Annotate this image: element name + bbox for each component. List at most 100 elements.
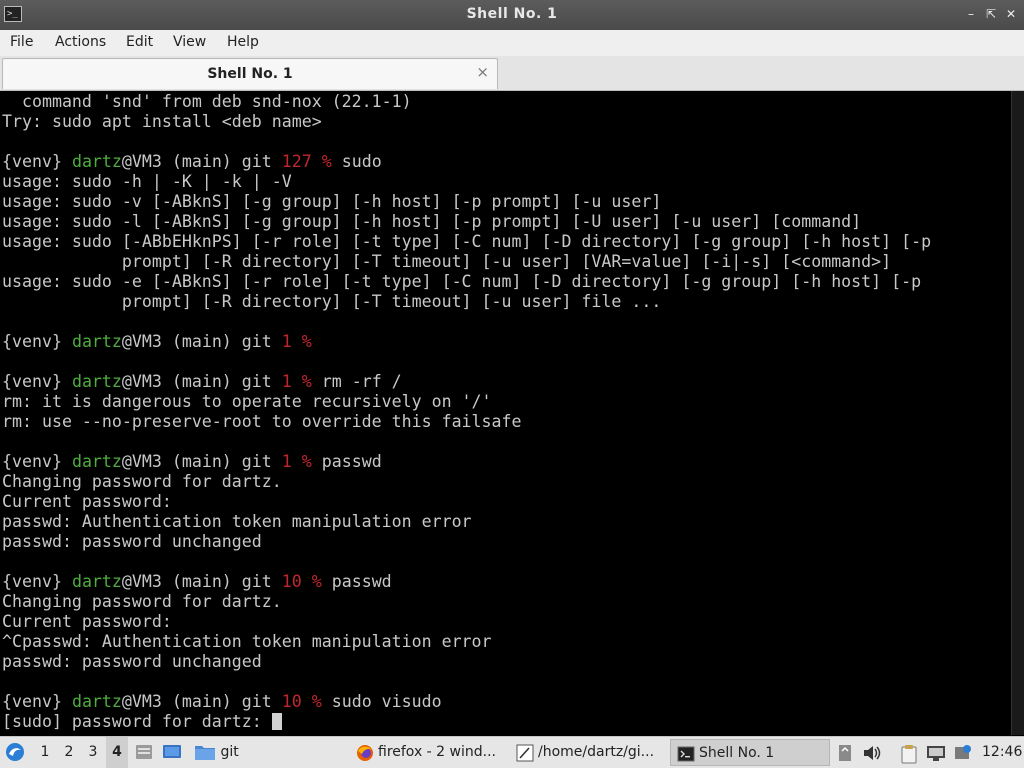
output-text: passwd: password unchanged <box>2 532 262 551</box>
task-firefox[interactable]: firefox - 2 wind... <box>350 739 506 766</box>
prompt-exit-code: 10 % <box>281 572 322 591</box>
tab-close-icon[interactable]: × <box>476 63 489 81</box>
terminal-scrollbar[interactable] <box>1011 91 1024 735</box>
firefox-icon <box>357 745 373 761</box>
output-line: command 'snd' from deb snd-nox (22.1-1) <box>2 92 412 111</box>
folder-icon <box>195 746 215 760</box>
output-line: usage: sudo -v [-ABknS] [-g group] [-h h… <box>2 192 661 211</box>
folder-label: git <box>220 744 239 760</box>
prompt-line: {venv} dartz@VM3 (main) git 1 % passwd <box>2 452 382 471</box>
output-text: usage: sudo -h | -K | -k | -V <box>2 172 292 191</box>
output-line: Current password: <box>2 612 172 631</box>
tab-label: Shell No. 1 <box>207 66 293 82</box>
output-line: rm: use --no-preserve-root to override t… <box>2 412 522 431</box>
output-line: usage: sudo -e [-ABknS] [-r role] [-t ty… <box>2 272 921 291</box>
output-text: rm: it is dangerous to operate recursive… <box>2 392 492 411</box>
prompt-user: dartz <box>71 332 122 351</box>
output-text: passwd: password unchanged <box>2 652 262 671</box>
prompt-command: sudo visudo <box>331 692 442 711</box>
output-text: Changing password for dartz. <box>2 472 282 491</box>
menu-view[interactable]: View <box>173 34 206 50</box>
prompt-host: @VM3 (main) git <box>121 452 272 471</box>
clipboard-icon[interactable] <box>900 744 918 768</box>
output-line: rm: it is dangerous to operate recursive… <box>2 392 492 411</box>
menu-help[interactable]: Help <box>227 34 259 50</box>
output-text: usage: sudo -v [-ABknS] [-g group] [-h h… <box>2 192 662 211</box>
output-line: usage: sudo -l [-ABknS] [-g group] [-h h… <box>2 212 861 231</box>
prompt-line: {venv} dartz@VM3 (main) git 1 % <box>2 332 312 351</box>
file-manager-icon[interactable] <box>134 737 154 768</box>
output-line: passwd: Authentication token manipulatio… <box>2 512 472 531</box>
output-text: usage: sudo -e [-ABknS] [-r role] [-t ty… <box>2 272 922 291</box>
prompt-exit-code: 1 % <box>281 452 312 471</box>
prompt-command: passwd <box>321 452 382 471</box>
workspace-3[interactable]: 3 <box>82 737 104 768</box>
prompt-user: dartz <box>71 372 122 391</box>
window-titlebar[interactable]: >_ Shell No. 1 – ⇱ ✕ <box>0 0 1024 31</box>
prompt-host: @VM3 (main) git <box>121 572 272 591</box>
prompt-command: passwd <box>331 572 392 591</box>
output-text: Current password: <box>2 492 172 511</box>
close-button[interactable]: ✕ <box>1002 5 1020 23</box>
update-icon[interactable] <box>954 744 972 766</box>
menu-bar: File Actions Edit View Help <box>0 30 1024 56</box>
text-editor-icon <box>516 744 534 762</box>
taskbar: 1 2 3 4 git firefox - 2 wind... /home/da… <box>0 736 1024 768</box>
output-text: usage: sudo -l [-ABknS] [-g group] [-h h… <box>2 212 862 231</box>
output-text: ^Cpasswd: Authentication token manipulat… <box>2 632 492 651</box>
prompt-exit-code: 127 % <box>281 152 332 171</box>
maximize-button[interactable]: ⇱ <box>982 5 1000 23</box>
output-line: ^Cpasswd: Authentication token manipulat… <box>2 632 492 651</box>
tab-bar: Shell No. 1 × <box>0 56 1024 91</box>
output-line: usage: sudo -h | -K | -k | -V <box>2 172 292 191</box>
menu-edit[interactable]: Edit <box>126 34 153 50</box>
prompt-line: {venv} dartz@VM3 (main) git 10 % passwd <box>2 572 392 591</box>
menu-file[interactable]: File <box>10 34 33 50</box>
prompt-line: {venv} dartz@VM3 (main) git 127 % sudo <box>2 152 382 171</box>
clock[interactable]: 12:46 <box>982 737 1022 768</box>
prompt-exit-code: 1 % <box>281 332 312 351</box>
network-icon[interactable] <box>926 744 946 766</box>
prompt-venv: {venv} <box>2 372 62 391</box>
task-label: Shell No. 1 <box>699 745 775 761</box>
workspace-2[interactable]: 2 <box>58 737 80 768</box>
task-text-editor[interactable]: /home/dartz/gi... <box>510 739 666 766</box>
terminal-output[interactable]: command 'snd' from deb snd-nox (22.1-1) … <box>0 91 1011 735</box>
prompt-line: {venv} dartz@VM3 (main) git 1 % rm -rf / <box>2 372 402 391</box>
notification-icon[interactable] <box>838 744 852 766</box>
desktop-icon[interactable] <box>162 737 182 768</box>
prompt-venv: {venv} <box>2 332 62 351</box>
volume-icon[interactable] <box>862 744 882 766</box>
output-text: command 'snd' from deb snd-nox (22.1-1) <box>2 92 412 111</box>
output-text: [sudo] password for dartz: <box>2 712 272 731</box>
output-line: prompt] [-R directory] [-T timeout] [-u … <box>2 292 661 311</box>
prompt-user: dartz <box>71 692 122 711</box>
folder-git[interactable]: git <box>194 737 239 768</box>
task-label: /home/dartz/gi... <box>538 744 655 760</box>
output-text: passwd: Authentication token manipulatio… <box>2 512 472 531</box>
terminal-cursor <box>271 713 282 730</box>
prompt-line: {venv} dartz@VM3 (main) git 10 % sudo vi… <box>2 692 442 711</box>
task-label: firefox - 2 wind... <box>378 744 496 760</box>
prompt-venv: {venv} <box>2 572 62 591</box>
output-line: usage: sudo [-ABbEHknPS] [-r role] [-t t… <box>2 232 931 251</box>
menu-actions[interactable]: Actions <box>55 34 106 50</box>
workspace-4[interactable]: 4 <box>106 737 128 768</box>
prompt-exit-code: 10 % <box>281 692 322 711</box>
prompt-host: @VM3 (main) git <box>121 332 272 351</box>
lxqt-menu-icon[interactable] <box>4 737 26 768</box>
prompt-host: @VM3 (main) git <box>121 372 272 391</box>
output-line: [sudo] password for dartz: <box>2 712 282 731</box>
task-shell-1[interactable]: Shell No. 1 <box>670 739 830 766</box>
prompt-user: dartz <box>71 152 122 171</box>
window-title: Shell No. 1 <box>466 6 558 22</box>
output-line: Changing password for dartz. <box>2 472 282 491</box>
output-text: Try: sudo apt install <deb name> <box>2 112 322 131</box>
output-text: Changing password for dartz. <box>2 592 282 611</box>
prompt-host: @VM3 (main) git <box>121 152 272 171</box>
prompt-user: dartz <box>71 572 122 591</box>
workspace-1[interactable]: 1 <box>34 737 56 768</box>
minimize-button[interactable]: – <box>962 5 980 23</box>
tab-shell-1[interactable]: Shell No. 1 × <box>2 58 498 89</box>
output-line: Current password: <box>2 492 172 511</box>
